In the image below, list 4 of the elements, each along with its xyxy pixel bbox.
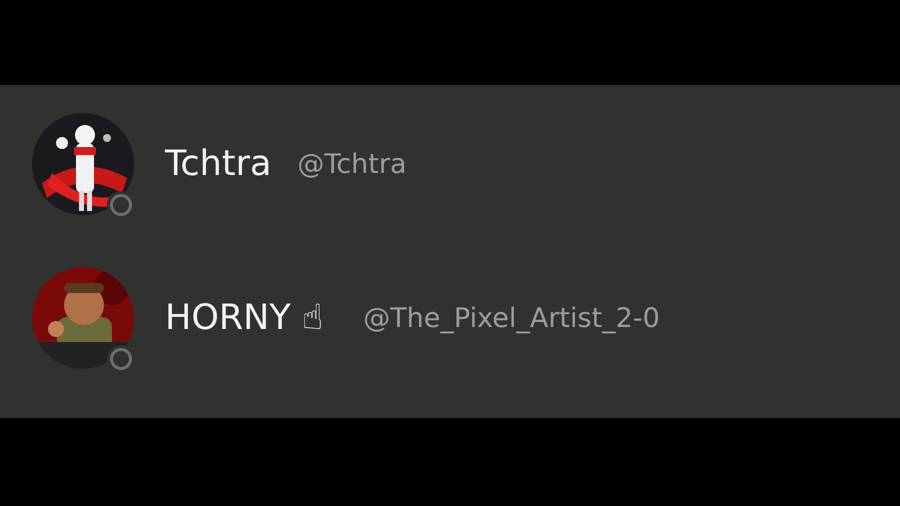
username: @The_Pixel_Artist_2-0 <box>363 302 660 334</box>
display-name: HORNY ☝ <box>165 298 324 338</box>
username: @Tchtra <box>297 148 407 180</box>
display-name: Tchtra <box>165 144 272 184</box>
